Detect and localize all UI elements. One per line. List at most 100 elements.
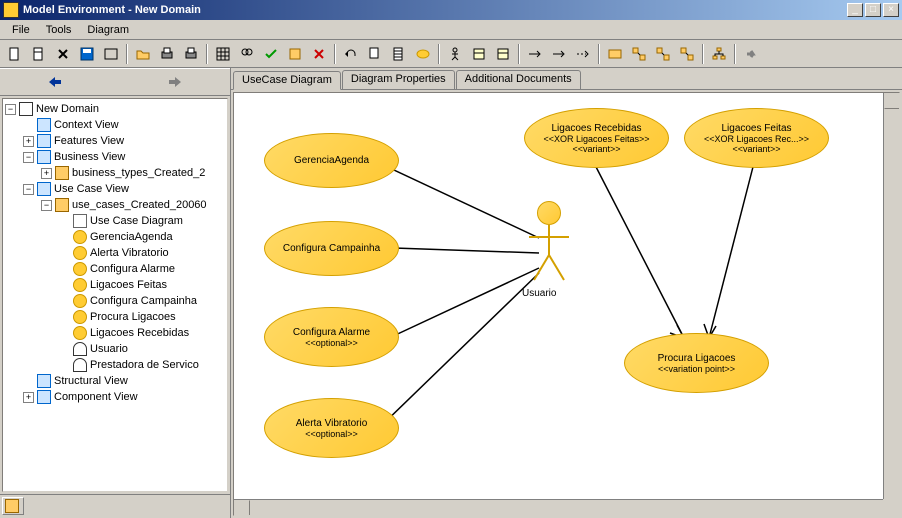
copy-icon[interactable] — [364, 43, 386, 65]
tree-node-configura-alarme[interactable]: Configura Alarme — [5, 261, 225, 277]
mail-icon[interactable] — [604, 43, 626, 65]
printer-icon[interactable] — [180, 43, 202, 65]
tree-node-alerta-vibratorio[interactable]: Alerta Vibratorio — [5, 245, 225, 261]
tree-node-context-view[interactable]: Context View — [5, 117, 225, 133]
maximize-button[interactable]: □ — [865, 3, 881, 17]
tree-node-domain[interactable]: −New Domain — [5, 101, 225, 117]
usecase-label: GerenciaAgenda — [294, 155, 369, 166]
usecase-stereo: <<XOR Ligacoes Rec...>> — [704, 134, 809, 144]
print-icon[interactable] — [156, 43, 178, 65]
tree-node-procura-ligacoes[interactable]: Procura Ligacoes — [5, 309, 225, 325]
actor-icon[interactable] — [444, 43, 466, 65]
class-icon[interactable] — [468, 43, 490, 65]
tree-node-uc-diagram[interactable]: Use Case Diagram — [5, 213, 225, 229]
view-icon — [37, 134, 51, 148]
menu-bar: File Tools Diagram — [0, 20, 902, 40]
usecase-procura-ligacoes[interactable]: Procura Ligacoes <<variation point>> — [624, 333, 769, 393]
tree-label: Business View — [54, 149, 125, 165]
tab-diagram-properties[interactable]: Diagram Properties — [342, 70, 455, 89]
nav-back-button[interactable] — [35, 72, 75, 92]
arrow1-icon[interactable] — [524, 43, 546, 65]
expand-icon[interactable]: + — [41, 168, 52, 179]
tree-node-prestadora[interactable]: Prestadora de Servico — [5, 357, 225, 373]
tree-label: Prestadora de Servico — [90, 357, 199, 373]
expand-icon[interactable]: + — [23, 392, 34, 403]
tree-node-features-view[interactable]: +Features View — [5, 133, 225, 149]
link1-icon[interactable] — [628, 43, 650, 65]
tree-label: use_cases_Created_20060 — [72, 197, 207, 213]
tab-additional-documents[interactable]: Additional Documents — [456, 70, 581, 89]
tree-node-component-view[interactable]: +Component View — [5, 389, 225, 405]
tree-node-usuario[interactable]: Usuario — [5, 341, 225, 357]
expand-icon[interactable]: − — [5, 104, 16, 115]
tab-usecase-diagram[interactable]: UseCase Diagram — [233, 71, 341, 90]
new-icon[interactable] — [28, 43, 50, 65]
tree-label: Configura Campainha — [90, 293, 197, 309]
tree-node-use-cases[interactable]: − use_cases_Created_20060 — [5, 197, 225, 213]
actor-usuario[interactable] — [524, 201, 574, 290]
usecase-gerencia-agenda[interactable]: GerenciaAgenda — [264, 133, 399, 188]
usecase-stereo: <<optional>> — [305, 429, 358, 439]
tree-view[interactable]: −New Domain Context View +Features View … — [3, 99, 227, 407]
main-pane: UseCase Diagram Diagram Properties Addit… — [231, 68, 902, 518]
paste-icon[interactable] — [388, 43, 410, 65]
actor-icon — [73, 358, 87, 372]
close-button[interactable]: × — [883, 3, 899, 17]
window-title: Model Environment - New Domain — [23, 4, 847, 16]
view-icon — [37, 150, 51, 164]
usecase-stereo: <<variation point>> — [658, 364, 735, 374]
usecase-icon — [73, 278, 87, 292]
expand-icon[interactable]: − — [23, 184, 34, 195]
usecase-configura-campainha[interactable]: Configura Campainha — [264, 221, 399, 276]
menu-file[interactable]: File — [4, 22, 38, 38]
tree-node-structural-view[interactable]: Structural View — [5, 373, 225, 389]
tree-node-business-view[interactable]: − Business View — [5, 149, 225, 165]
tree-label: Use Case Diagram — [90, 213, 183, 229]
scrollbar-horizontal[interactable] — [234, 499, 883, 515]
expand-icon[interactable]: + — [23, 136, 34, 147]
usecase-label: Configura Campainha — [283, 243, 380, 254]
open-icon[interactable] — [132, 43, 154, 65]
new-sheet-icon[interactable] — [4, 43, 26, 65]
minimize-button[interactable]: _ — [847, 3, 863, 17]
dash-arrow-icon[interactable] — [572, 43, 594, 65]
arrow2-icon[interactable] — [548, 43, 570, 65]
tree-node-business-types[interactable]: + business_types_Created_2 — [5, 165, 225, 181]
find-icon[interactable] — [236, 43, 258, 65]
frame-icon[interactable] — [100, 43, 122, 65]
link3-icon[interactable] — [676, 43, 698, 65]
usecase-configura-alarme[interactable]: Configura Alarme <<optional>> — [264, 307, 399, 367]
link2-icon[interactable] — [652, 43, 674, 65]
bottom-tab-1[interactable] — [2, 497, 24, 515]
save-icon[interactable] — [76, 43, 98, 65]
circle-icon[interactable] — [412, 43, 434, 65]
tree-node-ligacoes-feitas[interactable]: Ligacoes Feitas — [5, 277, 225, 293]
undo-icon[interactable] — [340, 43, 362, 65]
dep-icon[interactable] — [492, 43, 514, 65]
tree-node-configura-campainha[interactable]: Configura Campainha — [5, 293, 225, 309]
scrollbar-vertical[interactable] — [883, 93, 899, 499]
org-icon[interactable] — [708, 43, 730, 65]
tree-node-use-case-view[interactable]: −Use Case View — [5, 181, 225, 197]
diagram-icon — [73, 214, 87, 228]
tree-node-ligacoes-recebidas[interactable]: Ligacoes Recebidas — [5, 325, 225, 341]
x-icon[interactable] — [52, 43, 74, 65]
box-icon[interactable] — [284, 43, 306, 65]
menu-diagram[interactable]: Diagram — [79, 22, 137, 38]
fwd-icon[interactable] — [740, 43, 762, 65]
usecase-stereo: <<XOR Ligacoes Feitas>> — [543, 134, 649, 144]
usecase-alerta-vibratorio[interactable]: Alerta Vibratorio <<optional>> — [264, 398, 399, 458]
tree-label: business_types_Created_2 — [72, 165, 205, 181]
folder-icon — [55, 166, 69, 180]
expand-icon[interactable]: − — [23, 152, 34, 163]
expand-icon[interactable]: − — [41, 200, 52, 211]
tree-node-gerencia-agenda[interactable]: GerenciaAgenda — [5, 229, 225, 245]
delete-icon[interactable] — [308, 43, 330, 65]
usecase-ligacoes-feitas[interactable]: Ligacoes Feitas <<XOR Ligacoes Rec...>> … — [684, 108, 829, 168]
grid-icon[interactable] — [212, 43, 234, 65]
check-icon[interactable] — [260, 43, 282, 65]
nav-forward-button[interactable] — [155, 72, 195, 92]
usecase-ligacoes-recebidas[interactable]: Ligacoes Recebidas <<XOR Ligacoes Feitas… — [524, 108, 669, 168]
diagram-canvas[interactable]: GerenciaAgenda Configura Campainha Confi… — [233, 92, 900, 516]
menu-tools[interactable]: Tools — [38, 22, 80, 38]
